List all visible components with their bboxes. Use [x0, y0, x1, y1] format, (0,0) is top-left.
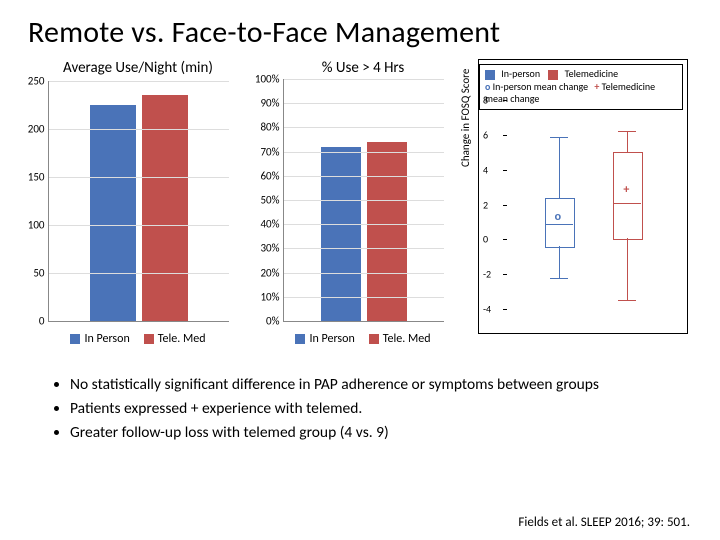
- bar-inperson-1: [90, 105, 136, 321]
- legend-label-telemed-2: Tele. Med: [383, 332, 431, 346]
- box-legend-ipm-label: In-person mean change: [493, 80, 588, 93]
- swatch-ip: [485, 70, 495, 80]
- bars-1: [49, 81, 229, 321]
- legend-item-telemed: Tele. Med: [144, 332, 206, 346]
- bullet-list: No statistically significant difference …: [30, 375, 682, 443]
- box-plot-area: -4-202468o+: [507, 100, 679, 309]
- bar-telemed-2: [367, 142, 407, 321]
- mean-symbol-tm: +: [594, 80, 599, 93]
- bullet-2: Patients expressed + experience with tel…: [70, 399, 682, 419]
- legend-label-inperson: In Person: [84, 332, 129, 346]
- legend-item-inperson-2: In Person: [295, 332, 354, 346]
- bar-chart-2: 0%10%20%30%40%50%60%70%80%90%100%: [283, 79, 444, 322]
- chart-title-2: % Use > 4 Hrs: [258, 59, 468, 77]
- legend-2: In Person Tele. Med: [258, 332, 468, 346]
- chart-fosq: In-person Telemedicine o In-person mean …: [478, 59, 692, 359]
- legend-item-telemed-2: Tele. Med: [369, 332, 431, 346]
- swatch-blue: [70, 334, 80, 344]
- swatch-blue-2: [295, 334, 305, 344]
- mean-symbol-ip: o: [485, 80, 490, 93]
- page-title: Remote vs. Face-to-Face Management: [28, 14, 692, 51]
- box-legend-ip-label: In-person: [501, 67, 540, 80]
- chart-pct-use: % Use > 4 Hrs 0%10%20%30%40%50%60%70%80%…: [258, 59, 468, 359]
- legend-label-telemed: Tele. Med: [158, 332, 206, 346]
- legend-item-inperson: In Person: [70, 332, 129, 346]
- box-ylabel: Change in FOSQ Score: [459, 68, 472, 166]
- bar-chart-1: 050100150200250: [48, 81, 229, 322]
- bar-inperson-2: [321, 147, 361, 321]
- swatch-tm: [548, 70, 558, 80]
- chart-avg-use: Average Use/Night (min) 050100150200250 …: [28, 59, 248, 359]
- box-plot: In-person Telemedicine o In-person mean …: [478, 59, 688, 334]
- chart-title-1: Average Use/Night (min): [28, 59, 248, 77]
- swatch-red: [144, 334, 154, 344]
- legend-1: In Person Tele. Med: [28, 332, 248, 346]
- bullet-3: Greater follow-up loss with telemed grou…: [70, 423, 682, 443]
- citation: Fields et al. SLEEP 2016; 39: 501.: [518, 515, 690, 530]
- legend-label-inperson-2: In Person: [309, 332, 354, 346]
- chart-row: Average Use/Night (min) 050100150200250 …: [28, 59, 692, 359]
- bullet-1: No statistically significant difference …: [70, 375, 682, 395]
- swatch-red-2: [369, 334, 379, 344]
- box-legend-tm-label: Telemedicine: [565, 67, 619, 80]
